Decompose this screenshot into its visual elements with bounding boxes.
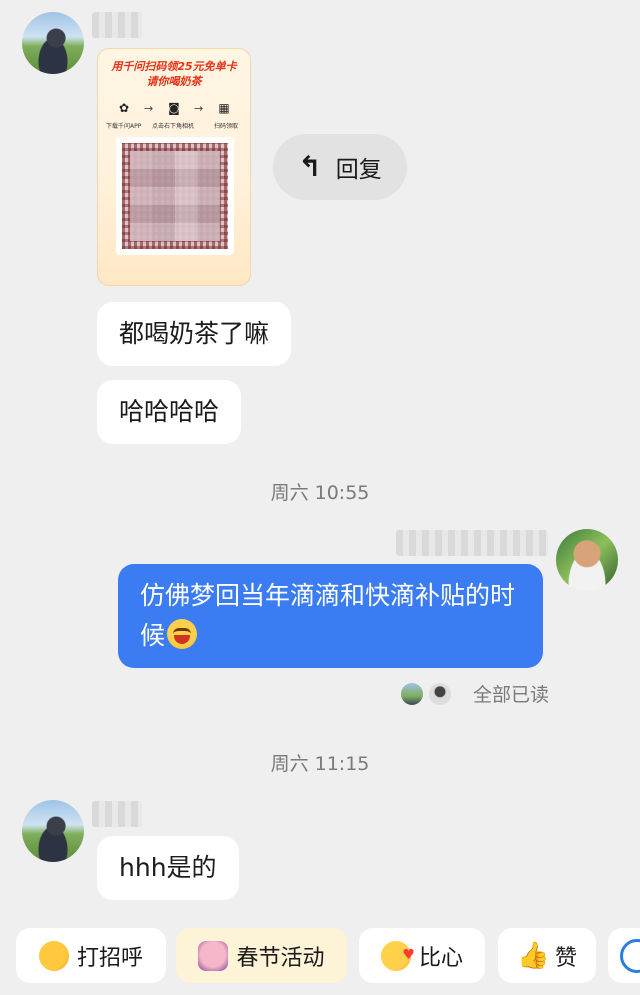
message-text: 哈哈哈哈 — [119, 397, 220, 426]
contact-avatar[interactable] — [22, 800, 84, 862]
quick-reply-label: 比心 — [418, 945, 463, 971]
message-bubble-incoming[interactable]: hhh是的 — [97, 836, 239, 900]
timestamp: 周六 10:55 — [270, 482, 370, 504]
message-bubble-incoming[interactable]: 都喝奶茶了嘛 — [97, 302, 292, 366]
reader-avatar — [429, 682, 451, 705]
arrow-right-icon: → — [194, 102, 204, 115]
reply-button[interactable]: ↰ 回复 — [273, 134, 407, 200]
quick-reply-festival[interactable]: 春节活动 — [176, 928, 347, 983]
app-icon: ✿ — [118, 101, 130, 115]
reader-avatar — [401, 682, 423, 705]
read-status-label: 全部已读 — [473, 684, 550, 706]
my-name-blurred — [396, 530, 548, 556]
quick-reply-label: 春节活动 — [236, 945, 325, 971]
camera-icon: ◙ — [168, 101, 180, 115]
quick-reply-like[interactable]: 赞 — [498, 928, 596, 983]
qr-scan-icon: ▦ — [218, 101, 230, 115]
reply-label: 回复 — [335, 157, 382, 183]
quick-reply-heart[interactable]: 比心 — [359, 928, 485, 983]
quick-reply-label: 打招呼 — [76, 945, 143, 971]
qr-promo-card[interactable]: 用千问扫码领25元免单卡 请你喝奶茶 ✿ → ◙ → ▦ 下载千问APP 点击右… — [97, 48, 251, 286]
qr-step-label: 点击右下角相机 — [152, 123, 195, 130]
message-text: 仿佛梦回当年滴滴和快滴补贴的时候 — [140, 581, 516, 650]
qr-code-image — [116, 137, 234, 255]
qr-card-steps: ✿ → ◙ → ▦ 下载千问APP 点击右下角相机 扫码领取 — [106, 101, 244, 137]
contact-avatar[interactable] — [22, 12, 84, 74]
laughing-emoji-icon — [167, 619, 198, 649]
wave-emoji-icon — [38, 940, 69, 971]
my-avatar[interactable] — [556, 529, 618, 591]
message-bubble-outgoing[interactable]: 仿佛梦回当年滴滴和快滴补贴的时候 — [118, 564, 543, 668]
quick-reply-more[interactable] — [608, 928, 640, 983]
qr-step-label: 扫码领取 — [214, 123, 239, 130]
arrow-right-icon: → — [144, 102, 154, 115]
message-text: 都喝奶茶了嘛 — [119, 319, 270, 348]
message-text: hhh是的 — [119, 853, 217, 882]
contact-name-blurred — [92, 12, 142, 38]
more-icon — [620, 938, 640, 973]
thumbs-up-icon — [517, 941, 547, 971]
reply-arrow-icon: ↰ — [298, 150, 322, 183]
qr-step-label: 下载千问APP — [106, 123, 142, 130]
timestamp: 周六 11:15 — [270, 753, 370, 775]
read-receipt[interactable]: 全部已读 — [401, 680, 549, 707]
message-bubble-incoming[interactable]: 哈哈哈哈 — [97, 380, 242, 444]
contact-name-blurred — [92, 801, 142, 827]
quick-reply-label: 赞 — [554, 945, 577, 971]
heart-emoji-icon — [380, 940, 415, 971]
festival-icon — [198, 940, 229, 971]
quick-reply-greet[interactable]: 打招呼 — [16, 928, 166, 983]
qr-card-title: 用千问扫码领25元免单卡 请你喝奶茶 — [111, 60, 237, 88]
